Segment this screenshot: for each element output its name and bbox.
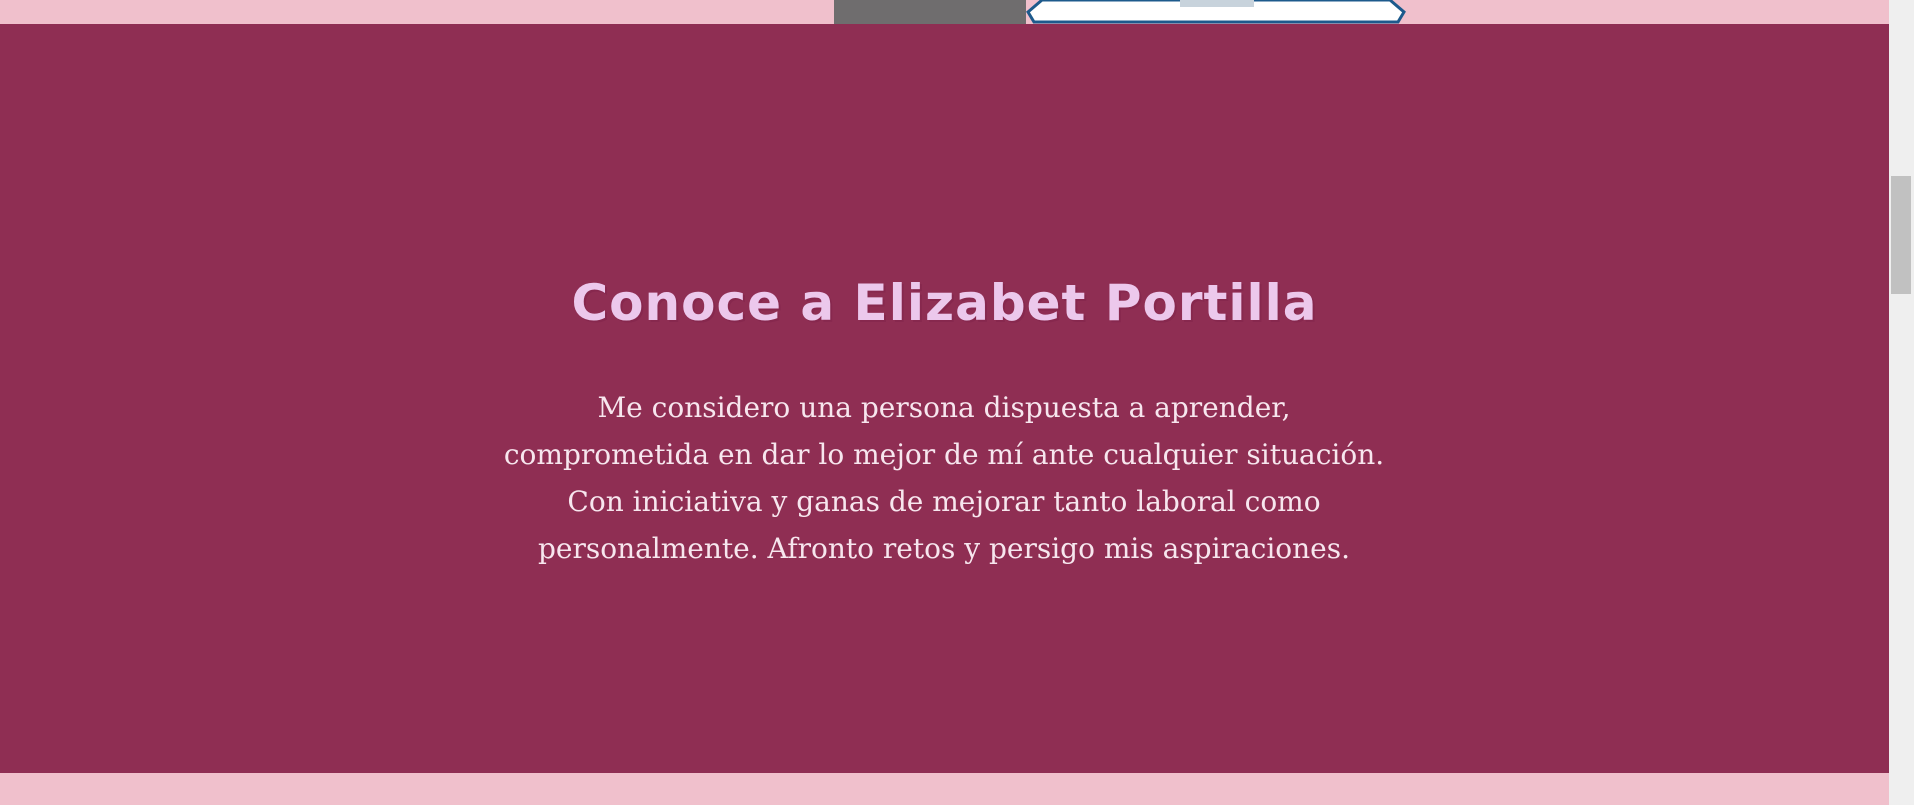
about-title: Conoce a Elizabet Portilla [571, 274, 1318, 332]
previous-section-image-block [834, 0, 1026, 24]
page: Conoce a Elizabet Portilla Me considero … [0, 0, 1914, 805]
scrollbar-thumb[interactable] [1891, 176, 1911, 294]
about-section: Conoce a Elizabet Portilla Me considero … [0, 24, 1889, 773]
about-description: Me considero una persona dispuesta a apr… [503, 391, 1385, 565]
laptop-illustration-icon [1026, 0, 1406, 24]
scrollbar-track[interactable] [1889, 0, 1914, 805]
